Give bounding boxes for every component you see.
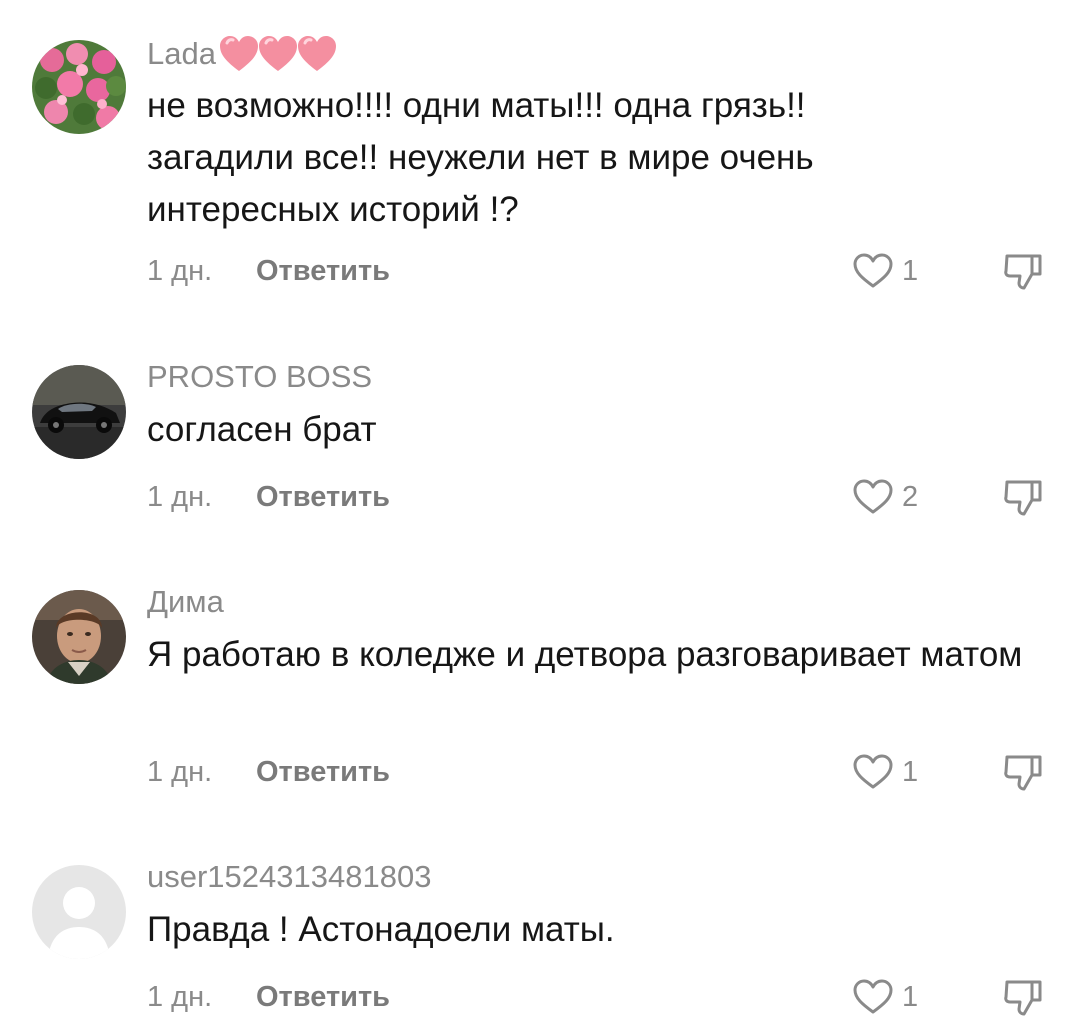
comment-username[interactable]: Дима xyxy=(147,584,224,620)
like-button[interactable]: 1 xyxy=(852,978,918,1016)
comment-text: Правда ! Астонадоели маты. xyxy=(147,910,615,949)
username-text: Дима xyxy=(147,584,224,619)
comment-time: 1 дн. xyxy=(147,981,213,1013)
username-emoji-group xyxy=(218,34,336,74)
pink-heart-icon xyxy=(297,36,336,71)
comment-text: не возможно!!!! одни маты!!! одна грязь!… xyxy=(147,86,814,229)
car-avatar-image xyxy=(32,365,126,459)
comment-username[interactable]: Lada xyxy=(147,34,336,74)
heart-outline-icon xyxy=(853,979,893,1014)
thumbs-down-outline-icon xyxy=(1004,755,1042,791)
reply-button[interactable]: Ответить xyxy=(256,980,390,1014)
username-text: PROSTO BOSS xyxy=(147,359,373,394)
user-avatar[interactable] xyxy=(32,590,126,684)
comment-time: 1 дн. xyxy=(147,255,213,287)
user-avatar[interactable] xyxy=(32,365,126,459)
reply-button[interactable]: Ответить xyxy=(256,755,390,789)
username-text: Lada xyxy=(147,36,216,71)
heart-outline-icon xyxy=(853,479,893,514)
username-text: user1524313481803 xyxy=(147,859,432,894)
like-count: 2 xyxy=(902,481,919,513)
like-button[interactable]: 1 xyxy=(852,252,918,290)
dislike-button[interactable] xyxy=(1002,751,1044,793)
comment-username[interactable]: user1524313481803 xyxy=(147,859,431,895)
flowers-avatar-image xyxy=(32,40,126,134)
thumbs-down-outline-icon xyxy=(1004,980,1042,1016)
like-count: 1 xyxy=(902,981,919,1013)
like-count: 1 xyxy=(902,756,919,788)
comment-username[interactable]: PROSTO BOSS xyxy=(147,359,372,395)
user-avatar[interactable] xyxy=(32,865,126,959)
like-button[interactable]: 2 xyxy=(852,478,918,516)
man-portrait-avatar-image xyxy=(32,590,126,684)
thumbs-down-outline-icon xyxy=(1004,480,1042,516)
pink-heart-icon xyxy=(219,36,258,71)
dislike-button[interactable] xyxy=(1002,476,1044,518)
like-button[interactable]: 1 xyxy=(852,753,918,791)
pink-heart-icon xyxy=(258,36,297,71)
reply-button[interactable]: Ответить xyxy=(256,480,390,514)
comment-time: 1 дн. xyxy=(147,481,213,513)
dislike-button[interactable] xyxy=(1002,250,1044,292)
heart-outline-icon xyxy=(853,754,893,789)
comment-text: Я работаю в коледже и детвора разговарив… xyxy=(147,635,1023,674)
comment-text: согласен брат xyxy=(147,410,377,449)
reply-button[interactable]: Ответить xyxy=(256,254,390,288)
thumbs-down-outline-icon xyxy=(1004,254,1042,290)
like-count: 1 xyxy=(902,255,919,287)
user-avatar[interactable] xyxy=(32,40,126,134)
comment-time: 1 дн. xyxy=(147,756,213,788)
default-user-avatar-icon xyxy=(32,865,126,959)
dislike-button[interactable] xyxy=(1002,976,1044,1018)
heart-outline-icon xyxy=(853,253,893,288)
